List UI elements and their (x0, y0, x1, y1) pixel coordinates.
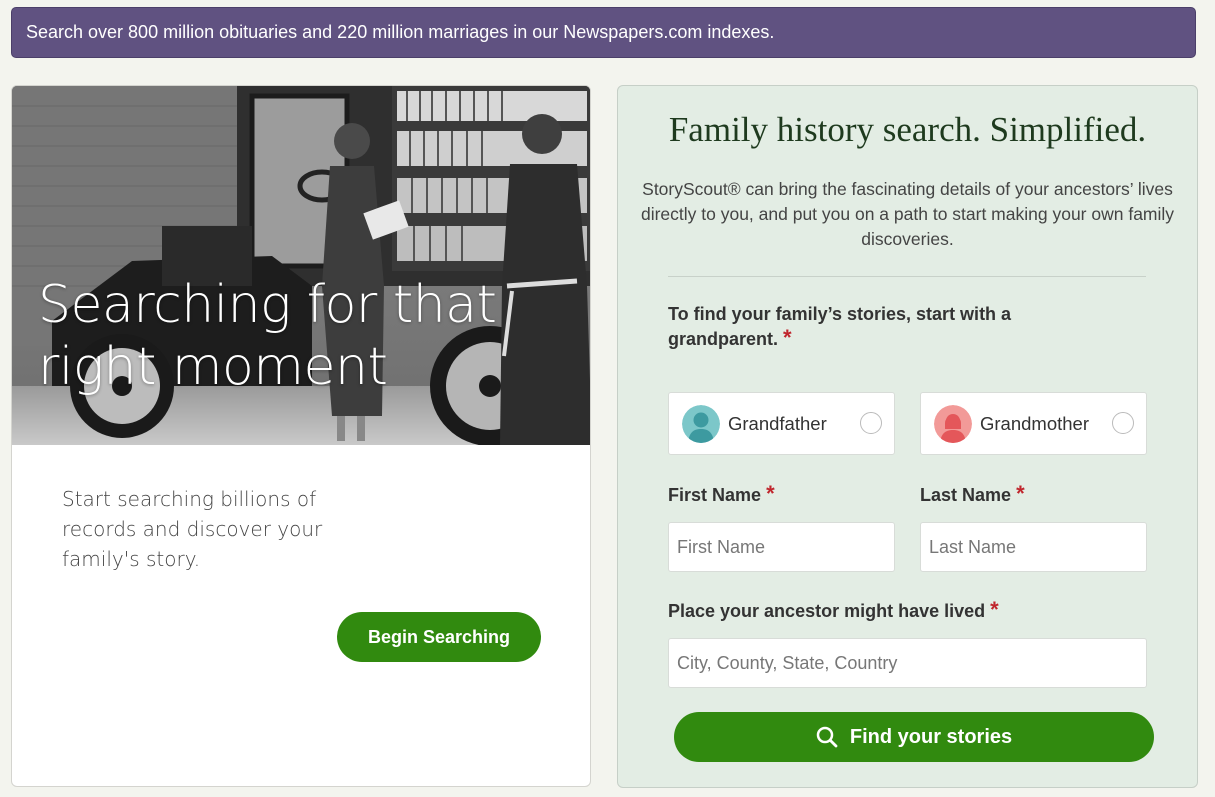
required-asterisk: * (766, 481, 775, 506)
grandmother-label: Grandmother (980, 412, 1089, 434)
hero-title: Searching for that right moment (38, 275, 497, 397)
form-title: Family history search. Simplified. (668, 110, 1147, 149)
grandmother-radio[interactable] (1112, 412, 1134, 434)
grandfather-label: Grandfather (728, 412, 827, 434)
last-name-input[interactable] (920, 522, 1147, 572)
last-name-label: Last Name * (920, 481, 1025, 507)
search-form-card: Family history search. Simplified. Story… (617, 85, 1198, 788)
place-label: Place your ancestor might have lived * (668, 597, 999, 623)
grandparent-prompt-text: To find your family’s stories, start wit… (668, 304, 1012, 349)
form-description: StoryScout® can bring the fascinating de… (640, 179, 1175, 249)
grandparent-prompt: To find your family’s stories, start wit… (668, 302, 1088, 351)
first-name-input[interactable] (668, 522, 895, 572)
grandmother-avatar-icon (934, 404, 972, 443)
find-your-stories-label: Find your stories (849, 725, 1013, 748)
hero-description: Start searching billions of records and … (62, 487, 323, 571)
required-asterisk: * (783, 325, 792, 350)
place-label-text: Place your ancestor might have lived (668, 601, 986, 621)
hero-card: Searching for that right moment Start se… (11, 85, 591, 787)
place-input[interactable] (668, 638, 1147, 688)
search-icon (816, 726, 838, 748)
grandfather-radio[interactable] (860, 412, 882, 434)
promo-banner-text: Search over 800 million obituaries and 2… (26, 22, 775, 42)
grandmother-option[interactable]: Grandmother (920, 392, 1147, 455)
required-asterisk: * (990, 597, 999, 622)
first-name-label-text: First Name (668, 485, 762, 505)
promo-banner[interactable]: Search over 800 million obituaries and 2… (11, 7, 1196, 58)
form-divider (668, 276, 1146, 277)
hero-image: Searching for that right moment (12, 86, 590, 445)
required-asterisk: * (1016, 481, 1025, 506)
first-name-label: First Name * (668, 481, 775, 507)
begin-searching-button[interactable]: Begin Searching (337, 612, 541, 662)
grandfather-option[interactable]: Grandfather (668, 392, 895, 455)
last-name-label-text: Last Name (920, 485, 1012, 505)
find-your-stories-button[interactable]: Find your stories (674, 712, 1154, 762)
grandfather-avatar-icon (682, 404, 720, 443)
